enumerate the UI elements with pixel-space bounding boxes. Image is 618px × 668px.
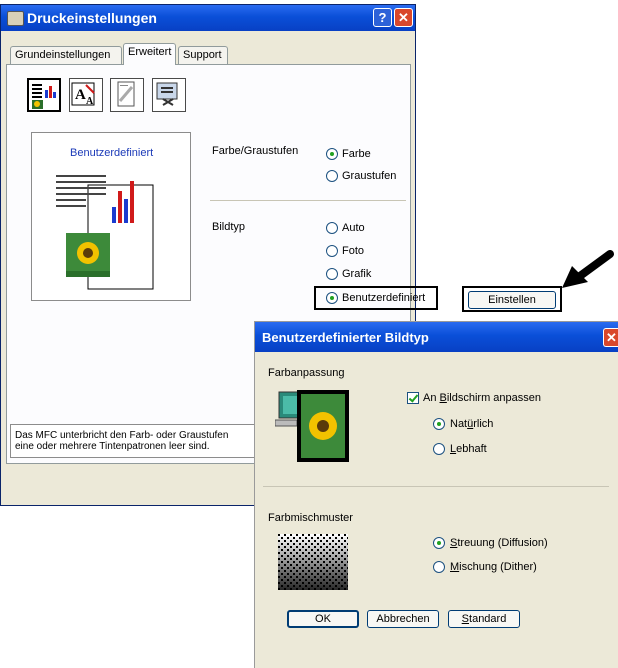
preview-label: Benutzerdefiniert xyxy=(70,147,154,159)
pointer-arrow-icon xyxy=(562,250,614,288)
tab-advanced[interactable]: Erweitert xyxy=(123,43,176,65)
vivid-radio[interactable] xyxy=(433,443,445,455)
diffusion-label[interactable]: Streuung (Diffusion) xyxy=(450,537,548,549)
color-grayscale-label: Farbe/Graustufen xyxy=(212,145,299,157)
vivid-label[interactable]: Lebhaft xyxy=(450,443,487,455)
sub-dialog-titlebar: Benutzerdefinierter Bildtyp ✕ xyxy=(255,322,618,352)
dither-radio[interactable] xyxy=(433,561,445,573)
separator xyxy=(210,200,406,201)
tab-support[interactable]: Support xyxy=(178,46,228,64)
auto-option-label[interactable]: Auto xyxy=(342,222,365,234)
natural-label[interactable]: Natürlich xyxy=(450,418,493,430)
match-screen-checkbox[interactable] xyxy=(407,392,419,404)
custom-option-label[interactable]: Benutzerdefiniert xyxy=(342,292,425,304)
ok-button[interactable]: OK xyxy=(287,610,359,628)
close-button[interactable]: ✕ xyxy=(394,8,413,27)
color-radio[interactable] xyxy=(326,148,338,160)
dialog-title: Druckeinstellungen xyxy=(27,10,157,26)
svg-text:A: A xyxy=(75,87,86,103)
sub-dialog-title: Benutzerdefinierter Bildtyp xyxy=(262,330,429,345)
grayscale-option-label[interactable]: Graustufen xyxy=(342,170,396,182)
custom-image-type-dialog: Benutzerdefinierter Bildtyp ✕ Farbanpass… xyxy=(254,321,618,668)
watermark-button[interactable] xyxy=(110,78,144,112)
custom-radio[interactable] xyxy=(326,292,338,304)
diffusion-radio[interactable] xyxy=(433,537,445,549)
preview-panel: Benutzerdefiniert xyxy=(31,132,191,301)
printer-app-icon xyxy=(7,11,24,26)
scaling-icon: A A xyxy=(71,82,95,107)
help-button[interactable]: ? xyxy=(373,8,392,27)
halftone-label: Farbmischmuster xyxy=(268,512,353,524)
grayscale-radio[interactable] xyxy=(326,170,338,182)
device-options-button[interactable] xyxy=(152,78,186,112)
color-matching-preview xyxy=(275,390,349,462)
device-options-icon xyxy=(156,82,178,106)
watermark-icon xyxy=(117,81,135,107)
color-option-label[interactable]: Farbe xyxy=(342,148,371,160)
graphics-option-label[interactable]: Grafik xyxy=(342,268,371,280)
dither-label[interactable]: Mischung (Dither) xyxy=(450,561,537,573)
halftone-preview xyxy=(278,534,348,590)
sub-separator xyxy=(263,486,609,487)
preview-image xyxy=(56,175,154,290)
color-matching-label: Farbanpassung xyxy=(268,367,345,379)
svg-text:A: A xyxy=(86,96,94,107)
photo-option-label[interactable]: Foto xyxy=(342,245,364,257)
photo-radio[interactable] xyxy=(326,245,338,257)
scaling-button[interactable]: A A xyxy=(69,78,103,112)
color-settings-button[interactable] xyxy=(27,78,61,112)
image-type-label: Bildtyp xyxy=(212,221,246,233)
cancel-button[interactable]: Abbrechen xyxy=(367,610,439,628)
tab-basic[interactable]: Grundeinstellungen xyxy=(10,46,122,64)
natural-radio[interactable] xyxy=(433,418,445,430)
sub-close-button[interactable]: ✕ xyxy=(603,328,618,347)
graphics-radio[interactable] xyxy=(326,268,338,280)
default-button[interactable]: Standard xyxy=(448,610,520,628)
match-screen-label[interactable]: An Bildschirm anpassen xyxy=(423,392,541,404)
dialog-titlebar: Druckeinstellungen ? ✕ xyxy=(1,5,415,31)
settings-button[interactable]: Einstellen xyxy=(468,291,556,309)
auto-radio[interactable] xyxy=(326,222,338,234)
color-settings-icon xyxy=(32,84,56,109)
